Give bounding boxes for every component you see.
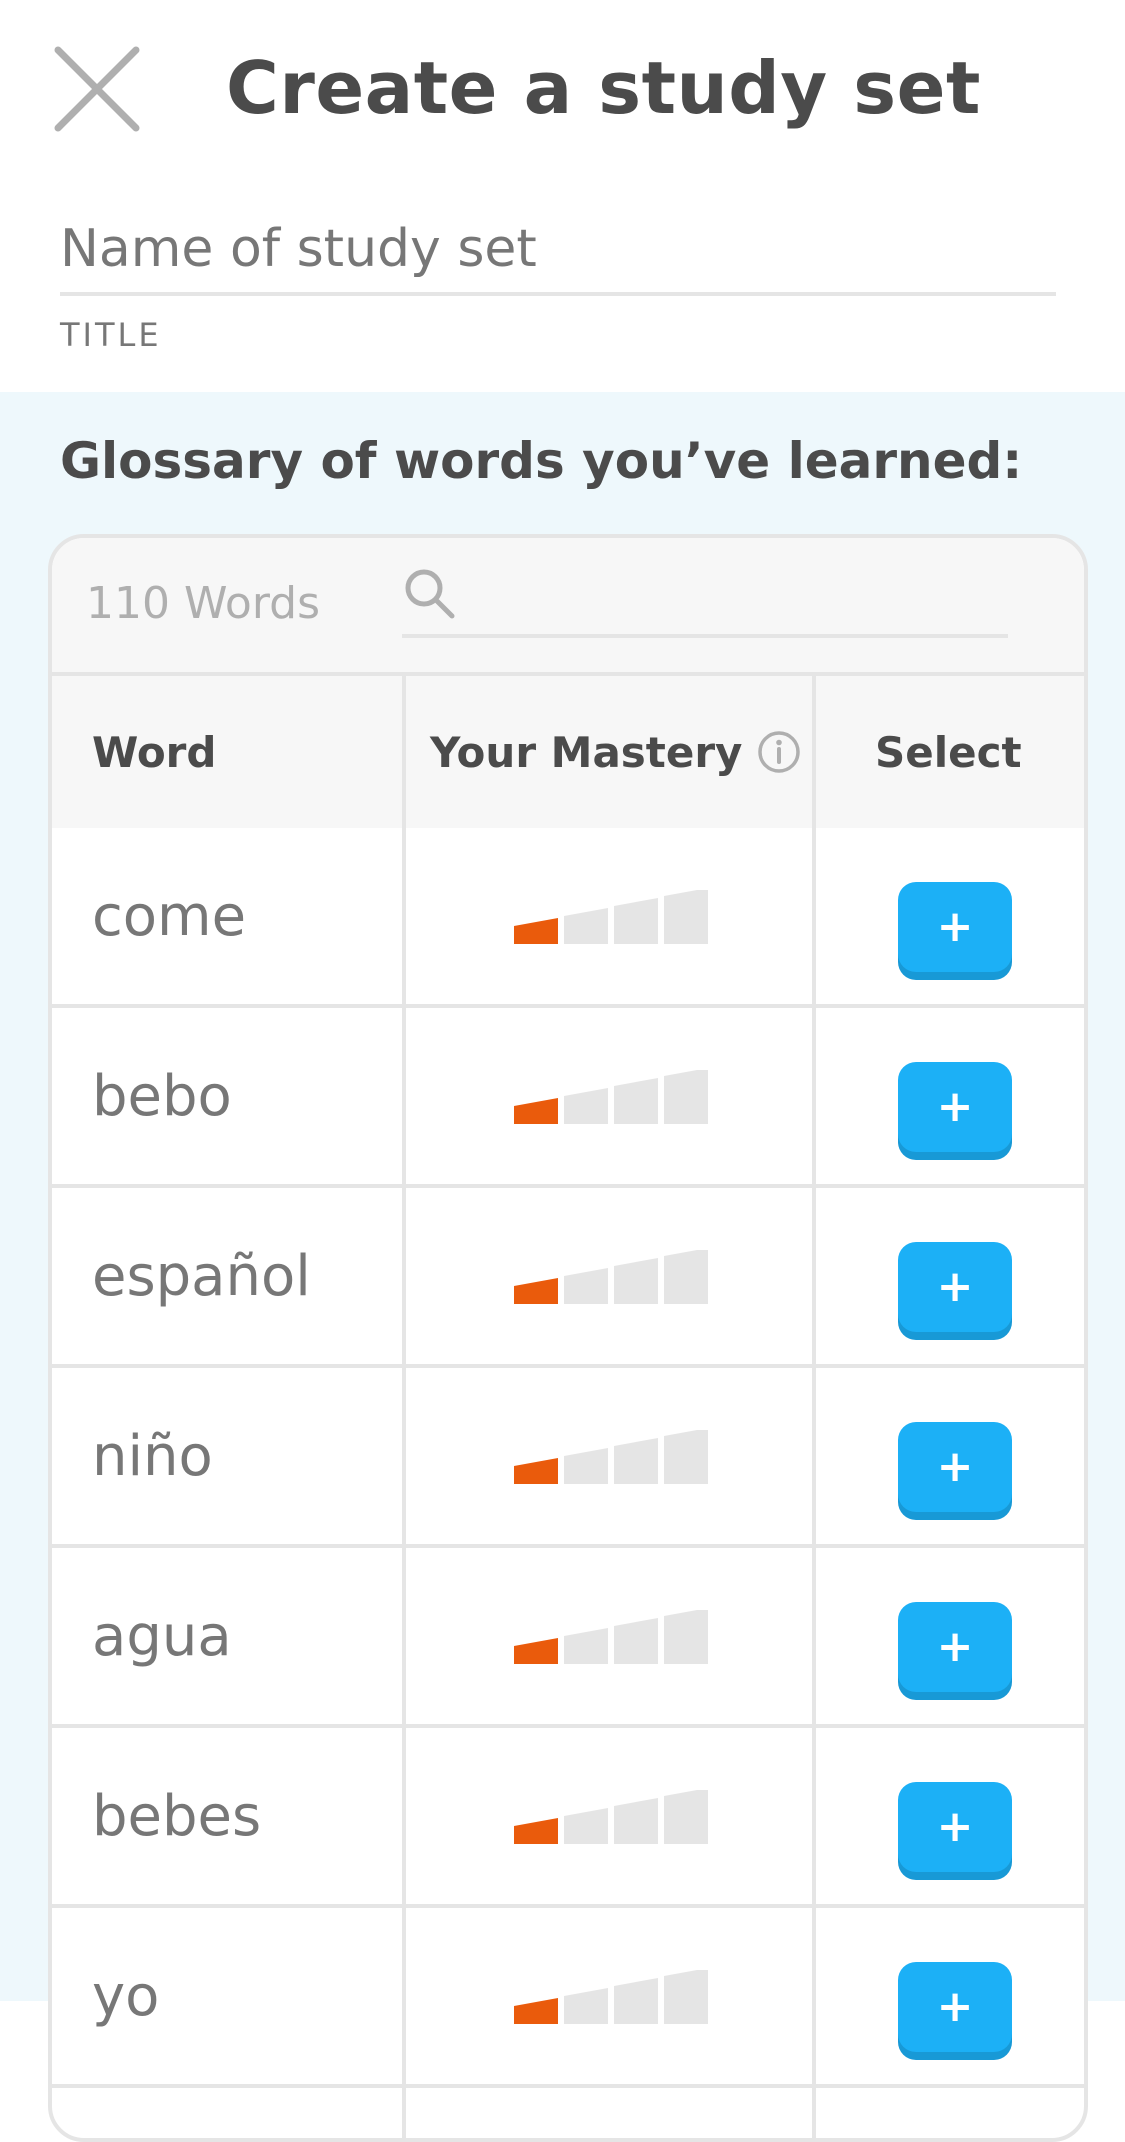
mastery-meter: [514, 1790, 710, 1844]
row-word: agua: [92, 1603, 232, 1669]
mastery-meter: [514, 1250, 710, 1304]
mastery-segment-empty: [614, 1078, 658, 1124]
mastery-meter: [514, 1610, 710, 1664]
row-word: niño: [92, 1423, 213, 1489]
mastery-segment-filled: [514, 1458, 558, 1484]
row-word: bebes: [92, 1783, 262, 1849]
mastery-bars-graphic: [514, 1970, 708, 2024]
column-header-word: Word: [92, 676, 216, 828]
column-header-select: Select: [875, 676, 1022, 828]
mastery-segment-filled: [514, 1818, 558, 1844]
mastery-bars-graphic: [514, 1070, 708, 1124]
mastery-meter: [514, 1430, 710, 1484]
mastery-segment-empty: [564, 1988, 608, 2024]
add-word-button[interactable]: +: [898, 1242, 1012, 1332]
header: Create a study set TITLE: [0, 0, 1125, 392]
add-word-button[interactable]: +: [898, 1062, 1012, 1152]
table-row: bebo +: [52, 1008, 1084, 1188]
table-row: yo +: [52, 1908, 1084, 2088]
mastery-segment-empty: [564, 1088, 608, 1124]
mastery-segment-empty: [564, 1448, 608, 1484]
mastery-segment-empty: [664, 890, 708, 944]
mastery-segment-filled: [514, 1998, 558, 2024]
mastery-segment-empty: [664, 1070, 708, 1124]
mastery-segment-empty: [664, 1250, 708, 1304]
add-word-button[interactable]: +: [898, 1422, 1012, 1512]
row-word: español: [92, 1243, 311, 1309]
column-header-mastery: Your Mastery: [402, 676, 802, 828]
row-word: come: [92, 883, 247, 949]
column-header-mastery-label: Your Mastery: [430, 727, 743, 777]
page-title: Create a study set: [226, 46, 981, 130]
table-row: español +: [52, 1188, 1084, 1368]
mastery-segment-empty: [564, 1628, 608, 1664]
glossary-panel: Glossary of words you’ve learned: 110 Wo…: [0, 392, 1125, 2142]
close-button[interactable]: [50, 42, 144, 136]
add-word-button[interactable]: +: [898, 1782, 1012, 1872]
column-header-select-label: Select: [875, 727, 1022, 777]
close-icon: [54, 46, 140, 132]
mastery-bars-graphic: [514, 890, 708, 944]
glossary-table: 110 Words Word Your Mastery Select come …: [48, 534, 1088, 2142]
mastery-meter: [514, 1970, 710, 2024]
mastery-segment-empty: [664, 1430, 708, 1484]
table-row: bebes +: [52, 1728, 1084, 1908]
mastery-segment-empty: [564, 1808, 608, 1844]
word-list: come + bebo + español + niño + agua + be…: [52, 828, 1084, 2088]
add-word-button[interactable]: +: [898, 1962, 1012, 2052]
info-icon[interactable]: [756, 729, 802, 775]
study-set-name-label: TITLE: [60, 316, 162, 354]
add-word-button[interactable]: +: [898, 1602, 1012, 1692]
mastery-segment-empty: [614, 1258, 658, 1304]
table-row: agua +: [52, 1548, 1084, 1728]
search-input[interactable]: [402, 566, 1008, 638]
mastery-segment-filled: [514, 1638, 558, 1664]
mastery-segment-empty: [564, 908, 608, 944]
mastery-segment-filled: [514, 1278, 558, 1304]
table-row: come +: [52, 828, 1084, 1008]
search-icon: [405, 569, 455, 619]
study-set-name-input[interactable]: [60, 206, 1056, 296]
mastery-meter: [514, 1070, 710, 1124]
mastery-bars-graphic: [514, 1250, 708, 1304]
table-row: niño +: [52, 1368, 1084, 1548]
search-bar: 110 Words: [52, 538, 1084, 676]
mastery-segment-filled: [514, 918, 558, 944]
row-word: bebo: [92, 1063, 232, 1129]
mastery-bars-graphic: [514, 1790, 708, 1844]
mastery-segment-empty: [614, 1438, 658, 1484]
mastery-segment-empty: [664, 1790, 708, 1844]
column-header-row: Word Your Mastery Select: [52, 676, 1084, 828]
mastery-segment-empty: [664, 1610, 708, 1664]
mastery-bars-graphic: [514, 1430, 708, 1484]
mastery-meter: [514, 890, 710, 944]
row-word: yo: [92, 1963, 160, 2029]
word-count: 110 Words: [86, 578, 320, 629]
add-word-button[interactable]: +: [898, 882, 1012, 972]
column-header-word-label: Word: [92, 727, 217, 777]
mastery-segment-empty: [564, 1268, 608, 1304]
mastery-segment-empty: [664, 1970, 708, 2024]
mastery-segment-empty: [614, 1618, 658, 1664]
mastery-segment-empty: [614, 898, 658, 944]
mastery-segment-filled: [514, 1098, 558, 1124]
glossary-heading: Glossary of words you’ve learned:: [60, 432, 1023, 490]
mastery-bars-graphic: [514, 1610, 708, 1664]
mastery-segment-empty: [614, 1978, 658, 2024]
mastery-segment-empty: [614, 1798, 658, 1844]
